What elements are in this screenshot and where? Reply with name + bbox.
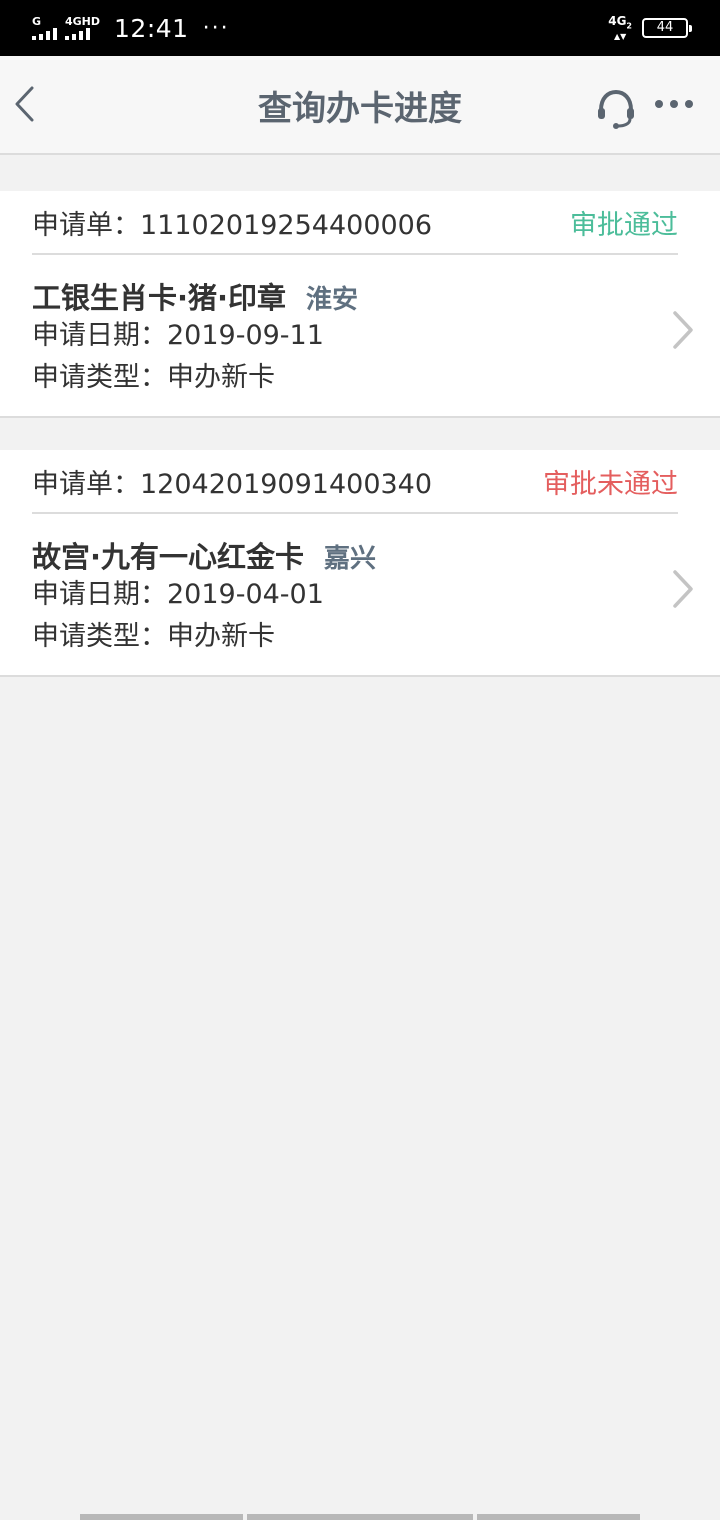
status-badge: 审批未通过 (543, 468, 678, 500)
type-value: 申办新卡 (167, 621, 275, 652)
back-icon[interactable] (12, 84, 40, 124)
data-arrows-icon: ▲▼ (613, 31, 627, 41)
nav-bar: 查询办卡进度 (0, 56, 720, 155)
order-number: 11102019254400006 (140, 209, 433, 241)
status-bar: G 4GHD 12:41 ··· 4G2 ▲▼ 44 (0, 0, 720, 56)
chevron-right-icon[interactable] (670, 568, 696, 610)
battery-icon: 44 (642, 17, 692, 38)
application-card[interactable]: 申请单：11102019254400006 审批通过 工银生肖卡·猪·印章 淮安… (0, 191, 720, 418)
status-right: 4G2 ▲▼ 44 (608, 15, 692, 40)
card-header: 申请单：12042019091400340 审批未通过 (32, 450, 678, 514)
status-badge: 审批通过 (570, 209, 678, 241)
signal-bars-icon (32, 28, 57, 40)
application-type-row: 申请类型：申办新卡 (32, 357, 640, 399)
network-4g-icon: 4G2 ▲▼ (608, 15, 632, 40)
order-number: 12042019091400340 (140, 468, 433, 500)
card-city: 嘉兴 (324, 544, 377, 574)
card-title-row: 故宫·九有一心红金卡 嘉兴 (32, 534, 640, 574)
date-label: 申请日期： (32, 320, 167, 351)
more-icon[interactable] (652, 96, 696, 112)
signal-bars-icon (65, 28, 90, 40)
application-date-row: 申请日期：2019-04-01 (32, 574, 640, 616)
date-value: 2019-04-01 (167, 579, 324, 610)
card-body: 故宫·九有一心红金卡 嘉兴 申请日期：2019-04-01 申请类型：申办新卡 (32, 534, 640, 658)
sim2-label: 4GHD (65, 15, 101, 28)
status-more-icon: ··· (202, 15, 230, 41)
order-number-line: 申请单：11102019254400006 (32, 203, 432, 242)
card-header: 申请单：11102019254400006 审批通过 (32, 191, 678, 255)
signal-sim2: 4GHD (65, 16, 100, 40)
card-name: 工银生肖卡·猪·印章 (32, 281, 287, 315)
application-type-row: 申请类型：申办新卡 (32, 616, 640, 658)
status-left: G 4GHD 12:41 ··· (32, 14, 230, 43)
card-name: 故宫·九有一心红金卡 (32, 540, 305, 574)
application-date-row: 申请日期：2019-09-11 (32, 315, 640, 357)
gesture-bar-center[interactable] (247, 1514, 473, 1520)
date-label: 申请日期： (32, 579, 167, 610)
order-label: 申请单： (32, 209, 140, 241)
type-label: 申请类型： (32, 621, 167, 652)
headset-icon[interactable] (594, 86, 638, 130)
network-sub: 2 (626, 21, 632, 31)
chevron-right-icon[interactable] (670, 309, 696, 351)
application-card[interactable]: 申请单：12042019091400340 审批未通过 故宫·九有一心红金卡 嘉… (0, 450, 720, 677)
type-value: 申办新卡 (167, 362, 275, 393)
card-city: 淮安 (306, 285, 359, 315)
card-title-row: 工银生肖卡·猪·印章 淮安 (32, 275, 640, 315)
signal-sim1: G (32, 16, 57, 40)
sim1-label: G (32, 15, 42, 28)
status-time: 12:41 (114, 13, 189, 43)
network-label: 4G (608, 14, 627, 29)
gesture-bar-right[interactable] (477, 1514, 640, 1520)
card-body: 工银生肖卡·猪·印章 淮安 申请日期：2019-09-11 申请类型：申办新卡 (32, 275, 640, 399)
date-value: 2019-09-11 (167, 320, 324, 351)
type-label: 申请类型： (32, 362, 167, 393)
order-label: 申请单： (32, 468, 140, 500)
order-number-line: 申请单：12042019091400340 (32, 462, 432, 501)
battery-level: 44 (656, 20, 674, 36)
gesture-bar-left[interactable] (80, 1514, 243, 1520)
